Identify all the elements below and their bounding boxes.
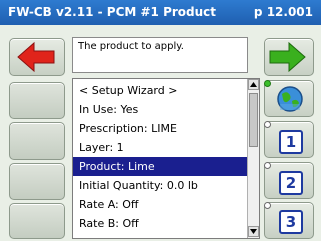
status-indicator-dot (264, 202, 271, 209)
list-item-layer[interactable]: Layer: 1 (73, 138, 248, 157)
list-item-product[interactable]: Product: Lime (73, 157, 248, 176)
forward-button[interactable] (264, 38, 314, 76)
product-1-button[interactable]: 1 (264, 121, 314, 158)
list-item-initial-quantity[interactable]: Initial Quantity: 0.0 lb (73, 176, 248, 195)
number-3-icon: 3 (279, 210, 303, 234)
status-indicator-dot (264, 80, 271, 87)
left-button-1[interactable] (9, 82, 65, 119)
scroll-down-button[interactable] (248, 226, 259, 237)
globe-icon (277, 86, 303, 112)
list-scrollbar[interactable] (247, 79, 259, 238)
scroll-up-arrow-icon (250, 82, 257, 87)
number-1-icon: 1 (279, 130, 303, 154)
scroll-up-button[interactable] (248, 79, 259, 90)
red-left-arrow-icon (17, 41, 55, 73)
list-item-in-use[interactable]: In Use: Yes (73, 100, 248, 119)
number-2-icon: 2 (279, 171, 303, 195)
left-button-2[interactable] (9, 122, 65, 160)
green-right-arrow-icon (269, 41, 306, 73)
left-button-4[interactable] (9, 203, 65, 239)
status-indicator-dot (264, 162, 271, 169)
page-number: p 12.001 (253, 5, 313, 19)
map-button[interactable] (264, 80, 314, 117)
description-box: The product to apply. (72, 37, 248, 73)
list-item-rate-a[interactable]: Rate A: Off (73, 195, 248, 214)
status-indicator-dot (264, 121, 271, 128)
settings-list[interactable]: < Setup Wizard > In Use: Yes Prescriptio… (72, 78, 260, 239)
product-3-button[interactable]: 3 (264, 202, 314, 239)
window-title: FW-CB v2.11 - PCM #1 Product (8, 5, 217, 19)
back-button[interactable] (9, 38, 65, 76)
product-2-button[interactable]: 2 (264, 162, 314, 199)
scroll-thumb[interactable] (249, 93, 258, 147)
description-text: The product to apply. (78, 41, 184, 52)
left-button-3[interactable] (9, 163, 65, 200)
scroll-down-arrow-icon (250, 229, 257, 234)
title-bar: FW-CB v2.11 - PCM #1 Product p 12.001 (0, 0, 321, 25)
list-item-setup-wizard[interactable]: < Setup Wizard > (73, 81, 248, 100)
list-item-rate-b[interactable]: Rate B: Off (73, 214, 248, 233)
screen: FW-CB v2.11 - PCM #1 Product p 12.001 Th… (0, 0, 321, 241)
list-item-prescription[interactable]: Prescription: LIME (73, 119, 248, 138)
